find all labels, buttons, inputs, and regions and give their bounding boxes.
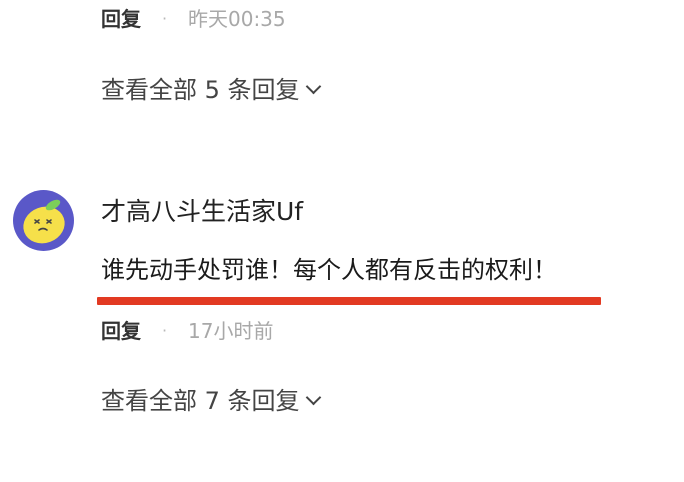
- chevron-down-icon: [305, 78, 321, 95]
- comment-timestamp: 17小时前: [188, 319, 274, 343]
- view-all-replies-label: 查看全部 7 条回复: [101, 387, 300, 415]
- view-all-replies-button[interactable]: 查看全部 7 条回复: [101, 386, 321, 416]
- view-all-replies-button[interactable]: 查看全部 5 条回复: [101, 75, 321, 105]
- reply-button[interactable]: 回复: [101, 7, 141, 31]
- separator-dot: ·: [162, 9, 168, 28]
- lemon-mascot-icon: [23, 199, 65, 244]
- comment-timestamp: 昨天00:35: [188, 7, 286, 31]
- chevron-down-icon: [305, 389, 321, 406]
- comment-text: 谁先动手处罚谁！每个人都有反击的权利！: [101, 256, 557, 284]
- separator-dot: ·: [162, 321, 168, 340]
- reply-button[interactable]: 回复: [101, 319, 141, 343]
- view-all-replies-label: 查看全部 5 条回复: [101, 76, 300, 104]
- comment-username[interactable]: 才高八斗生活家Uf: [101, 196, 303, 228]
- highlight-underline: [97, 297, 601, 305]
- avatar[interactable]: [13, 190, 74, 251]
- comment-thread-page: 回复 · 昨天00:35 查看全部 5 条回复 才高八斗生活家Uf 谁先动手处罚…: [0, 0, 684, 482]
